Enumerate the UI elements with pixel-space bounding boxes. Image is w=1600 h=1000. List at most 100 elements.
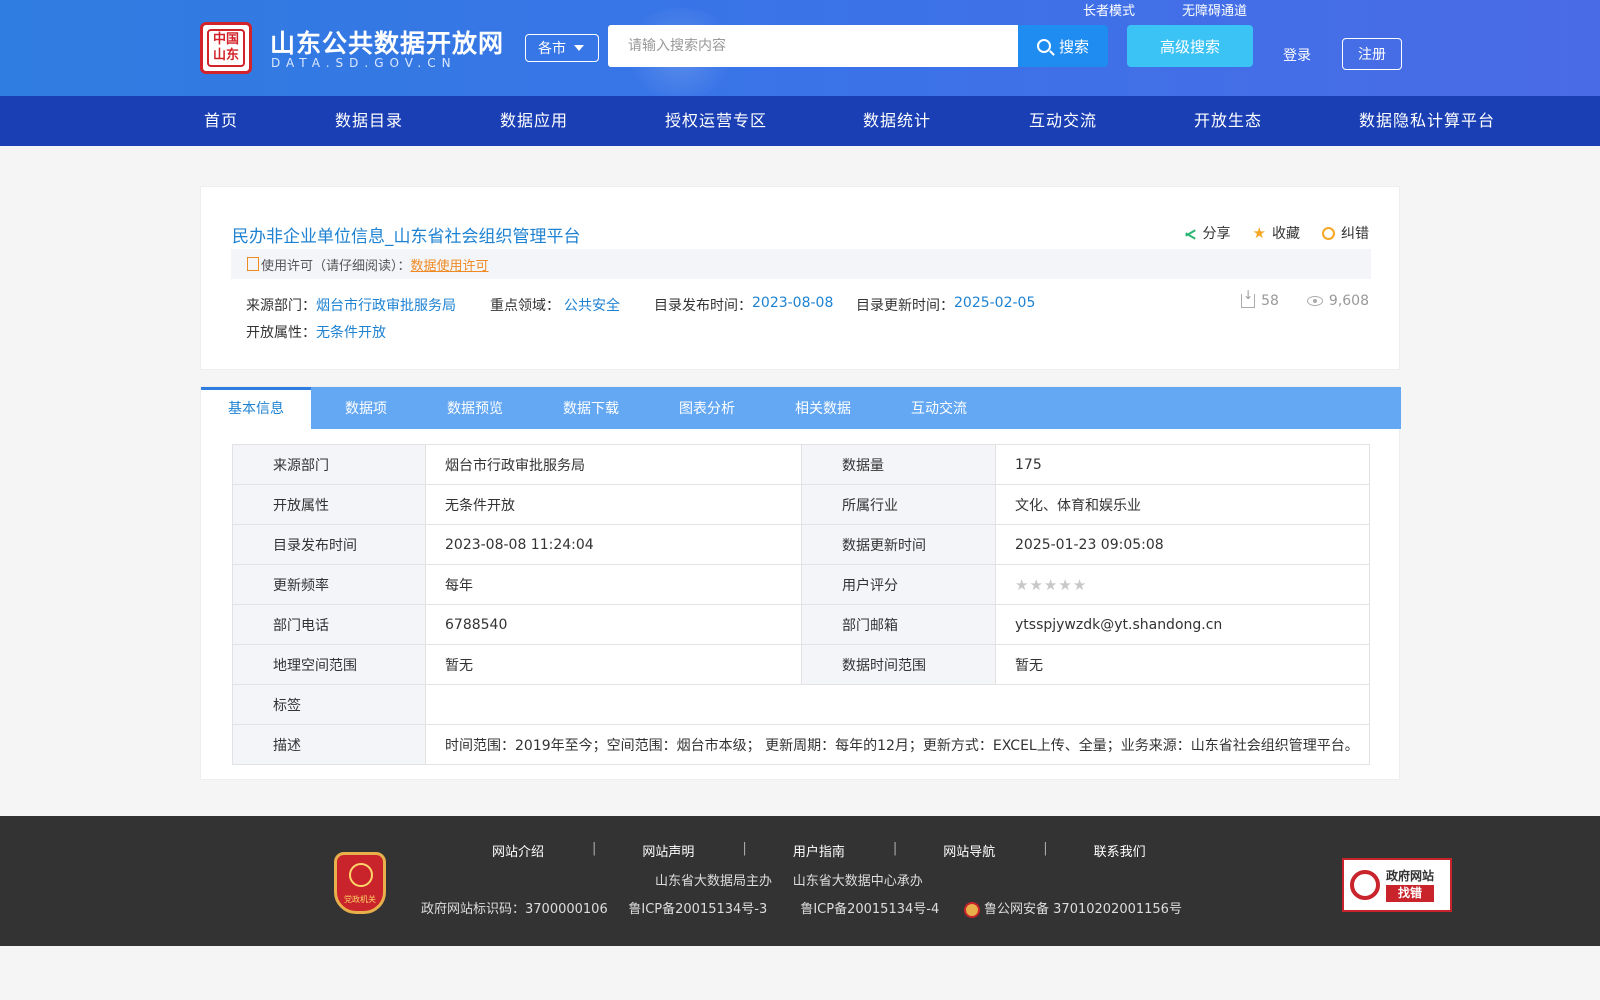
nav-item-privacy-computing[interactable]: 数据隐私计算平台	[1359, 96, 1495, 146]
login-link[interactable]: 登录	[1283, 45, 1311, 65]
tag-value	[425, 684, 1370, 725]
share-button[interactable]: 分享	[1183, 223, 1231, 243]
site-title[interactable]: 山东公共数据开放网	[270, 24, 504, 60]
badge-text: 党政机关	[344, 895, 376, 904]
field-label: 用户评分	[801, 564, 996, 605]
advanced-search-button[interactable]: 高级搜索	[1127, 25, 1253, 67]
register-button[interactable]: 注册	[1342, 38, 1402, 70]
search-button-label: 搜索	[1058, 37, 1089, 56]
search-input[interactable]	[608, 25, 1018, 67]
report-error-button[interactable]: 纠错	[1322, 223, 1369, 243]
police-badge-icon	[964, 901, 981, 918]
tab-data-items[interactable]: 数据项	[311, 387, 417, 429]
city-select[interactable]: 各市	[525, 34, 599, 62]
nav-item-authorized-ops[interactable]: 授权运营专区	[665, 96, 767, 146]
rating-stars[interactable]: ★★★★★	[995, 564, 1370, 605]
footer-link-about[interactable]: 网站介绍	[492, 841, 592, 860]
logo-seal-icon: 中国 山东	[207, 29, 245, 67]
field-label: 更新频率	[232, 564, 426, 605]
publish-value: 2023-08-08	[752, 295, 834, 311]
field-label: 地理空间范围	[232, 644, 426, 685]
star-icon[interactable]: ★	[1044, 576, 1058, 594]
main-nav: 首页 数据目录 数据应用 授权运营专区 数据统计 互动交流 开放生态 数据隐私计…	[0, 96, 1600, 146]
star-icon[interactable]: ★	[1029, 576, 1043, 594]
domain-value[interactable]: 公共安全	[564, 295, 654, 315]
chevron-down-icon	[574, 45, 584, 51]
domain-label: 重点领域：	[490, 298, 560, 314]
footer-link-sitemap[interactable]: 网站导航	[943, 841, 1043, 860]
table-row: 更新频率 每年 用户评分 ★★★★★	[232, 564, 1370, 605]
open-attr-value: 无条件开放	[316, 325, 386, 341]
icp-3-link[interactable]: 鲁ICP备20015134号-3	[628, 902, 767, 917]
icp-4-link[interactable]: 鲁ICP备20015134号-4	[800, 902, 939, 917]
footer-host: 山东省大数据局主办 山东省大数据中心承办	[655, 870, 923, 889]
gov-id-text: 政府网站标识码：3700000106	[421, 902, 608, 917]
field-label: 所属行业	[801, 484, 996, 525]
table-row: 目录发布时间 2023-08-08 11:24:04 数据更新时间 2025-0…	[232, 524, 1370, 565]
tab-data-preview[interactable]: 数据预览	[417, 387, 533, 429]
field-value: 每年	[425, 564, 802, 605]
footer-separator: |	[742, 841, 747, 856]
field-value: 6788540	[425, 604, 802, 645]
field-label: 开放属性	[232, 484, 426, 525]
nav-item-ecosystem[interactable]: 开放生态	[1194, 96, 1262, 146]
header: 中国山东 山东公共数据开放网 DATA.SD.GOV.CN 各市 搜索 高级搜索…	[0, 0, 1600, 96]
meta-row-2: 开放属性： 无条件开放	[246, 322, 386, 342]
basic-info-table: 来源部门 烟台市行政审批服务局 数据量 175 开放属性 无条件开放 所属行业 …	[232, 444, 1370, 765]
download-count-value: 58	[1261, 293, 1279, 309]
nav-item-interaction[interactable]: 互动交流	[1029, 96, 1097, 146]
nav-item-home[interactable]: 首页	[204, 96, 238, 146]
field-value: 175	[995, 444, 1370, 485]
emblem-icon	[349, 863, 373, 887]
dataset-title: 民办非企业单位信息_山东省社会组织管理平台	[232, 227, 581, 247]
party-gov-badge[interactable]: 党政机关	[334, 852, 386, 914]
tab-chart-analysis[interactable]: 图表分析	[649, 387, 765, 429]
source-label: 来源部门：	[246, 298, 316, 314]
field-value: 暂无	[995, 644, 1370, 685]
source-value[interactable]: 烟台市行政审批服务局	[316, 295, 490, 315]
footer-registration: 政府网站标识码：3700000106 鲁ICP备20015134号-3 鲁ICP…	[421, 898, 1182, 918]
license-link[interactable]: 数据使用许可	[411, 255, 489, 274]
field-label: 描述	[232, 724, 426, 765]
document-icon	[247, 257, 259, 271]
tab-interaction[interactable]: 互动交流	[881, 387, 997, 429]
magnifier-icon	[1350, 870, 1380, 900]
star-icon[interactable]: ★	[1073, 576, 1087, 594]
search-button[interactable]: 搜索	[1018, 25, 1108, 67]
meta-row-1: 来源部门： 烟台市行政审批服务局 重点领域： 公共安全 目录发布时间： 2023…	[246, 295, 1035, 315]
footer-link-guide[interactable]: 用户指南	[793, 841, 893, 860]
field-value: 文化、体育和娱乐业	[995, 484, 1370, 525]
favorite-button[interactable]: ★ 收藏	[1253, 223, 1300, 243]
field-label: 数据量	[801, 444, 996, 485]
field-value: 烟台市行政审批服务局	[425, 444, 802, 485]
nav-item-apps[interactable]: 数据应用	[500, 96, 568, 146]
field-label: 数据时间范围	[801, 644, 996, 685]
detail-panel: 基本信息 数据项 数据预览 数据下载 图表分析 相关数据 互动交流 来源部门 烟…	[200, 386, 1401, 780]
elder-mode-link[interactable]: 长者模式	[1083, 0, 1135, 19]
footer-separator: |	[892, 841, 898, 856]
footer-link-contact[interactable]: 联系我们	[1094, 841, 1194, 860]
footer-separator: |	[1043, 841, 1048, 856]
star-icon[interactable]: ★	[1015, 576, 1029, 594]
view-count-value: 9,608	[1328, 293, 1369, 309]
field-label: 部门电话	[232, 604, 426, 645]
field-label: 数据更新时间	[801, 524, 996, 565]
table-row: 来源部门 烟台市行政审批服务局 数据量 175	[232, 444, 1370, 485]
tab-data-download[interactable]: 数据下载	[533, 387, 649, 429]
gov-error-finder[interactable]: 政府网站 找错	[1342, 858, 1452, 912]
site-logo[interactable]: 中国 山东	[200, 22, 252, 74]
footer-separator: |	[592, 841, 597, 856]
field-value: 2025-01-23 09:05:08	[995, 524, 1370, 565]
tab-basic-info[interactable]: 基本信息	[201, 387, 311, 429]
publish-label: 目录发布时间：	[654, 298, 752, 314]
footer-link-statement[interactable]: 网站声明	[642, 841, 742, 860]
accessibility-link[interactable]: 无障碍通道	[1182, 0, 1247, 19]
star-icon[interactable]: ★	[1058, 576, 1072, 594]
nav-item-statistics[interactable]: 数据统计	[863, 96, 931, 146]
field-value: ytsspjywzdk@yt.shandong.cn	[995, 604, 1370, 645]
tab-related-data[interactable]: 相关数据	[765, 387, 881, 429]
open-attr-label: 开放属性：	[246, 325, 316, 341]
nav-item-catalog[interactable]: 数据目录	[335, 96, 403, 146]
police-record-link[interactable]: 鲁公网安备 37010202001156号	[984, 902, 1182, 917]
update-value: 2025-02-05	[954, 295, 1036, 311]
